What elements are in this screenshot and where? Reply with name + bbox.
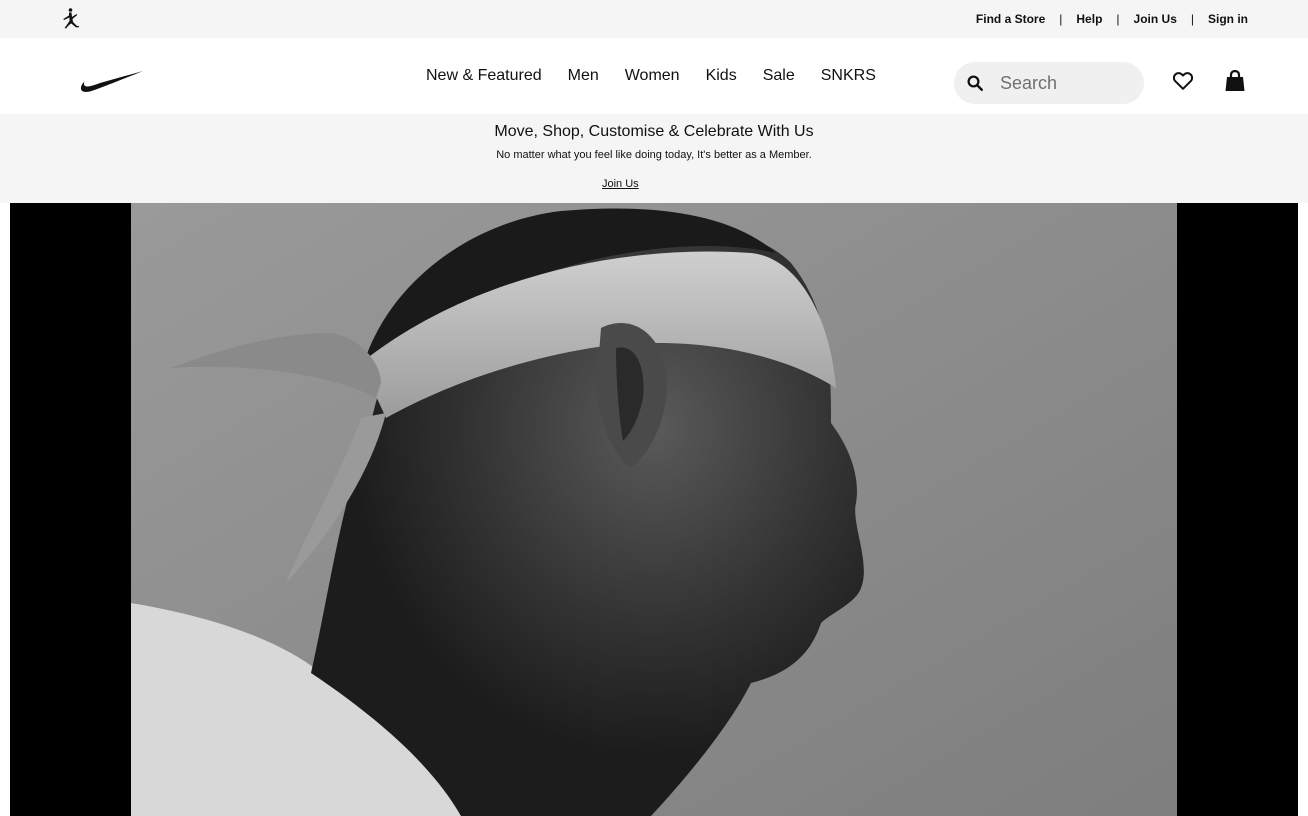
promo-title: Move, Shop, Customise & Celebrate With U… xyxy=(494,123,814,140)
favorites-button[interactable] xyxy=(1170,68,1196,94)
utility-links: Find a Store | Help | Join Us | Sign in xyxy=(976,0,1248,38)
hero-video[interactable] xyxy=(10,203,1298,816)
nike-swoosh-icon xyxy=(80,71,143,92)
search-icon xyxy=(967,75,983,91)
help-link[interactable]: Help xyxy=(1076,12,1102,26)
heart-icon xyxy=(1172,72,1194,90)
search-input[interactable] xyxy=(996,72,1136,94)
shopping-bag-icon xyxy=(1225,69,1245,91)
nav-snkrs[interactable]: SNKRS xyxy=(821,67,876,85)
primary-menu: New & Featured Men Women Kids Sale SNKRS xyxy=(426,38,876,114)
promo-subtitle: No matter what you feel like doing today… xyxy=(496,149,812,161)
jordan-jumpman-icon xyxy=(63,8,79,29)
hero-image xyxy=(131,203,1177,816)
search-box xyxy=(954,62,1144,104)
nav-sale[interactable]: Sale xyxy=(763,67,795,85)
nav-women[interactable]: Women xyxy=(625,67,680,85)
nav-new-featured[interactable]: New & Featured xyxy=(426,67,542,85)
find-a-store-link[interactable]: Find a Store xyxy=(976,12,1045,26)
separator: | xyxy=(1190,12,1194,26)
utility-bar: Find a Store | Help | Join Us | Sign in xyxy=(0,0,1308,38)
nav-kids[interactable]: Kids xyxy=(706,67,737,85)
promo-join-us-link[interactable]: Join Us xyxy=(602,178,639,190)
member-promo-banner: Move, Shop, Customise & Celebrate With U… xyxy=(0,114,1308,203)
join-us-link[interactable]: Join Us xyxy=(1134,12,1177,26)
bag-button[interactable] xyxy=(1222,68,1248,94)
nav-men[interactable]: Men xyxy=(568,67,599,85)
sign-in-link[interactable]: Sign in xyxy=(1208,12,1248,26)
search-button[interactable] xyxy=(954,62,996,104)
separator: | xyxy=(1059,12,1063,26)
separator: | xyxy=(1116,12,1120,26)
main-nav: New & Featured Men Women Kids Sale SNKRS xyxy=(0,38,1308,114)
